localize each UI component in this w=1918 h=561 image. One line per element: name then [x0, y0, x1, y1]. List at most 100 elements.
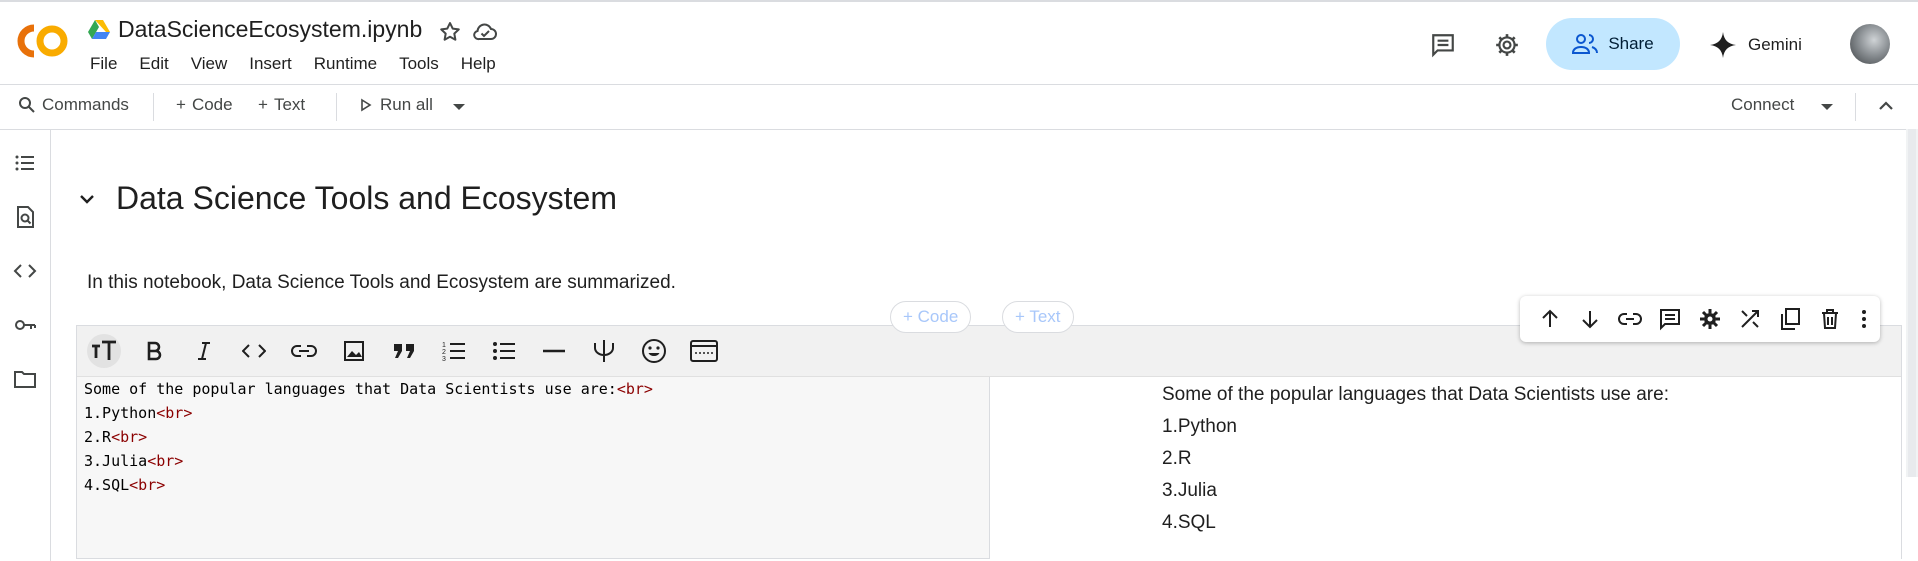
horizontal-rule-button[interactable] [537, 334, 571, 368]
editor-line-text: 3.Julia [84, 452, 148, 470]
editor-line-html-tag: <br> [129, 476, 166, 494]
menu-tools[interactable]: Tools [399, 54, 439, 74]
find-icon[interactable] [13, 205, 37, 229]
scrollbar[interactable] [1906, 129, 1918, 477]
editor-line-html-tag: <br> [147, 452, 184, 470]
run-all-label: Run all [380, 95, 433, 114]
add-code-cell-button[interactable]: + Code [890, 301, 972, 333]
svg-text:2: 2 [442, 349, 446, 356]
menu-insert[interactable]: Insert [249, 54, 292, 74]
secrets-key-icon[interactable] [13, 313, 37, 337]
gemini-button[interactable]: Gemini [1710, 26, 1802, 64]
play-icon [361, 98, 372, 112]
layout-button[interactable] [687, 334, 721, 368]
bold-button[interactable] [137, 334, 171, 368]
editor-line-html-tag: <br> [111, 428, 148, 446]
editor-lines: Some of the popular languages that Data … [77, 377, 989, 497]
horizontal-rule-icon [543, 349, 565, 353]
toc-icon[interactable] [13, 151, 37, 175]
cloud-icon[interactable] [472, 20, 498, 44]
editor-line-text: 2.R [84, 428, 112, 446]
chevron-up-icon[interactable] [1878, 99, 1894, 111]
avatar[interactable] [1850, 24, 1890, 64]
copy-cell-icon[interactable] [1778, 307, 1802, 331]
image-button[interactable] [337, 334, 371, 368]
connect-dropdown-icon[interactable] [1820, 103, 1834, 111]
text-cell[interactable]: 123 Some of the popular languages that D… [76, 325, 1902, 560]
latex-psi-icon [594, 340, 614, 362]
chevron-down-icon[interactable] [78, 193, 96, 205]
text-size-button[interactable] [87, 334, 121, 368]
code-button[interactable] [237, 334, 271, 368]
search-icon [19, 97, 35, 113]
gemini-label: Gemini [1748, 35, 1802, 54]
connect-label: Connect [1731, 95, 1795, 114]
delete-icon[interactable] [1818, 307, 1842, 331]
italic-button[interactable] [187, 334, 221, 368]
editor-line: 4.SQL<br> [77, 473, 989, 497]
menu-view[interactable]: View [191, 54, 228, 74]
mirror-cell-icon[interactable] [1738, 307, 1762, 331]
editor-line-text: Some of the popular languages that Data … [84, 380, 617, 398]
toolbar-divider [1855, 93, 1856, 121]
app-header: DataScienceEcosystem.ipynb File Edit Vie… [0, 2, 1918, 84]
bulleted-list-icon [493, 342, 515, 360]
add-text-cell-button[interactable]: + Text [1002, 301, 1074, 333]
arrow-down-icon[interactable] [1578, 307, 1602, 331]
notebook-title[interactable]: DataScienceEcosystem.ipynb [118, 16, 422, 43]
add-text-cell-label: + Text [1015, 307, 1061, 326]
emoji-button[interactable] [637, 334, 671, 368]
menu-runtime[interactable]: Runtime [314, 54, 377, 74]
add-code-button[interactable]: + Code [176, 95, 233, 115]
svg-text:1: 1 [442, 342, 446, 349]
plus-icon: + [258, 95, 268, 114]
colab-logo[interactable] [14, 22, 70, 60]
settings-icon[interactable] [1494, 32, 1520, 58]
code-snippets-icon[interactable] [13, 259, 37, 283]
comment-icon[interactable] [1430, 32, 1456, 58]
more-vert-icon[interactable] [1852, 307, 1876, 331]
markdown-preview: Some of the popular languages that Data … [990, 377, 1901, 560]
arrow-up-icon[interactable] [1538, 307, 1562, 331]
left-sidebar [0, 129, 51, 561]
star-icon[interactable] [438, 20, 462, 44]
menu-edit[interactable]: Edit [139, 54, 168, 74]
toolbar-divider [153, 93, 154, 121]
menu-file[interactable]: File [90, 54, 117, 74]
editor-line: 1.Python<br> [77, 401, 989, 425]
commands-button[interactable]: Commands [18, 95, 129, 115]
comment-icon[interactable] [1658, 307, 1682, 331]
numbered-list-icon: 123 [442, 342, 465, 362]
intro-text: In this notebook, Data Science Tools and… [87, 272, 676, 293]
menu-help[interactable]: Help [461, 54, 496, 74]
run-all-dropdown-icon[interactable] [452, 103, 466, 111]
preview-line: 4.SQL [1162, 512, 1216, 533]
section-title: Data Science Tools and Ecosystem [116, 180, 617, 216]
preview-line: 1.Python [1162, 416, 1237, 437]
bold-icon [147, 341, 162, 361]
folder-icon[interactable] [13, 367, 37, 391]
add-text-button[interactable]: + Text [258, 95, 305, 115]
link-icon [291, 345, 317, 357]
latex-button[interactable] [587, 334, 621, 368]
add-code-cell-label: + Code [903, 307, 959, 326]
connect-button[interactable]: Connect [1731, 95, 1794, 115]
link-icon[interactable] [1618, 307, 1642, 331]
italic-icon [198, 342, 210, 360]
drive-icon[interactable] [88, 20, 110, 40]
preview-line: 2.R [1162, 448, 1192, 469]
run-all-button[interactable]: Run all [360, 95, 433, 115]
editor-line: 3.Julia<br> [77, 449, 989, 473]
text-size-icon [92, 340, 116, 360]
share-button[interactable]: Share [1546, 18, 1680, 70]
numbered-list-button[interactable]: 123 [437, 334, 471, 368]
link-button[interactable] [287, 334, 321, 368]
scrollbar-thumb[interactable] [1908, 129, 1916, 477]
settings-icon[interactable] [1698, 307, 1722, 331]
markdown-editor[interactable]: Some of the popular languages that Data … [77, 377, 990, 558]
image-icon [344, 341, 364, 361]
cell-toolbar [1520, 296, 1880, 342]
layout-icon [690, 340, 718, 362]
bulleted-list-button[interactable] [487, 334, 521, 368]
quote-button[interactable] [387, 334, 421, 368]
